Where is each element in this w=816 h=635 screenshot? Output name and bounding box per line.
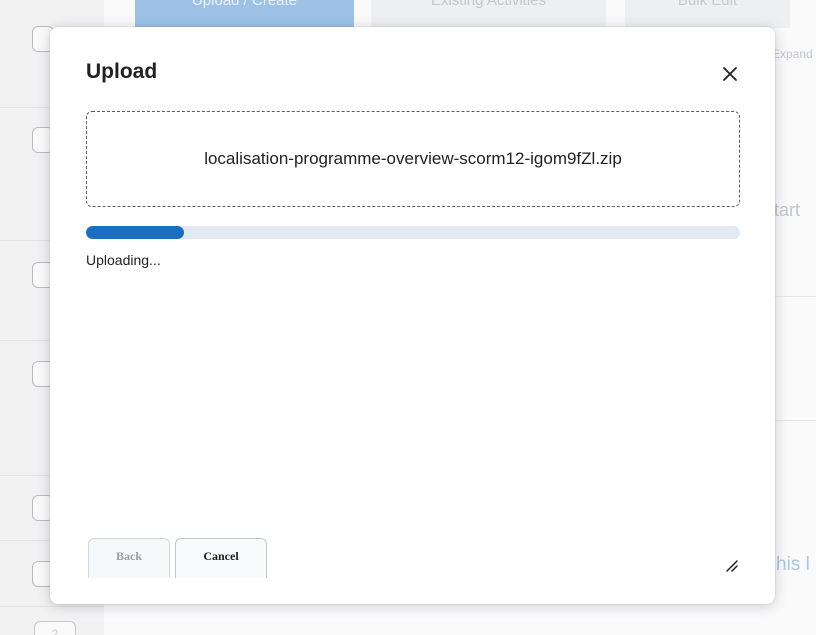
tab-bulk-edit-label: Bulk Edit [677, 0, 738, 9]
tab-existing-activities-label: Existing Activities [430, 0, 547, 9]
background-link-text: his l [776, 554, 810, 575]
tab-existing-activities: Existing Activities [371, 0, 606, 28]
background-divider [770, 296, 816, 297]
cancel-button[interactable]: Cancel [175, 538, 267, 578]
upload-progress-fill [86, 226, 184, 239]
back-button[interactable]: Back [88, 538, 170, 578]
tab-upload-create: Upload / Create [135, 0, 354, 28]
upload-progress-bar [86, 226, 740, 239]
background-expand-text: Expand [772, 47, 813, 61]
resize-handle-icon[interactable] [724, 558, 738, 572]
background-divider [770, 420, 816, 421]
background-start-text: tart [774, 200, 801, 220]
upload-dialog: Upload localisation-programme-overview-s… [50, 27, 775, 604]
background-page-button: 2 [34, 621, 76, 635]
tab-bulk-edit: Bulk Edit [625, 0, 790, 28]
close-button[interactable] [718, 62, 742, 86]
dialog-title: Upload [86, 60, 158, 83]
tab-upload-create-label: Upload / Create [191, 0, 298, 9]
file-name: localisation-programme-overview-scorm12-… [204, 149, 622, 168]
upload-status: Uploading... [86, 252, 161, 268]
close-icon [723, 67, 737, 81]
file-dropzone[interactable]: localisation-programme-overview-scorm12-… [86, 111, 740, 207]
background-row-divider [0, 606, 104, 607]
